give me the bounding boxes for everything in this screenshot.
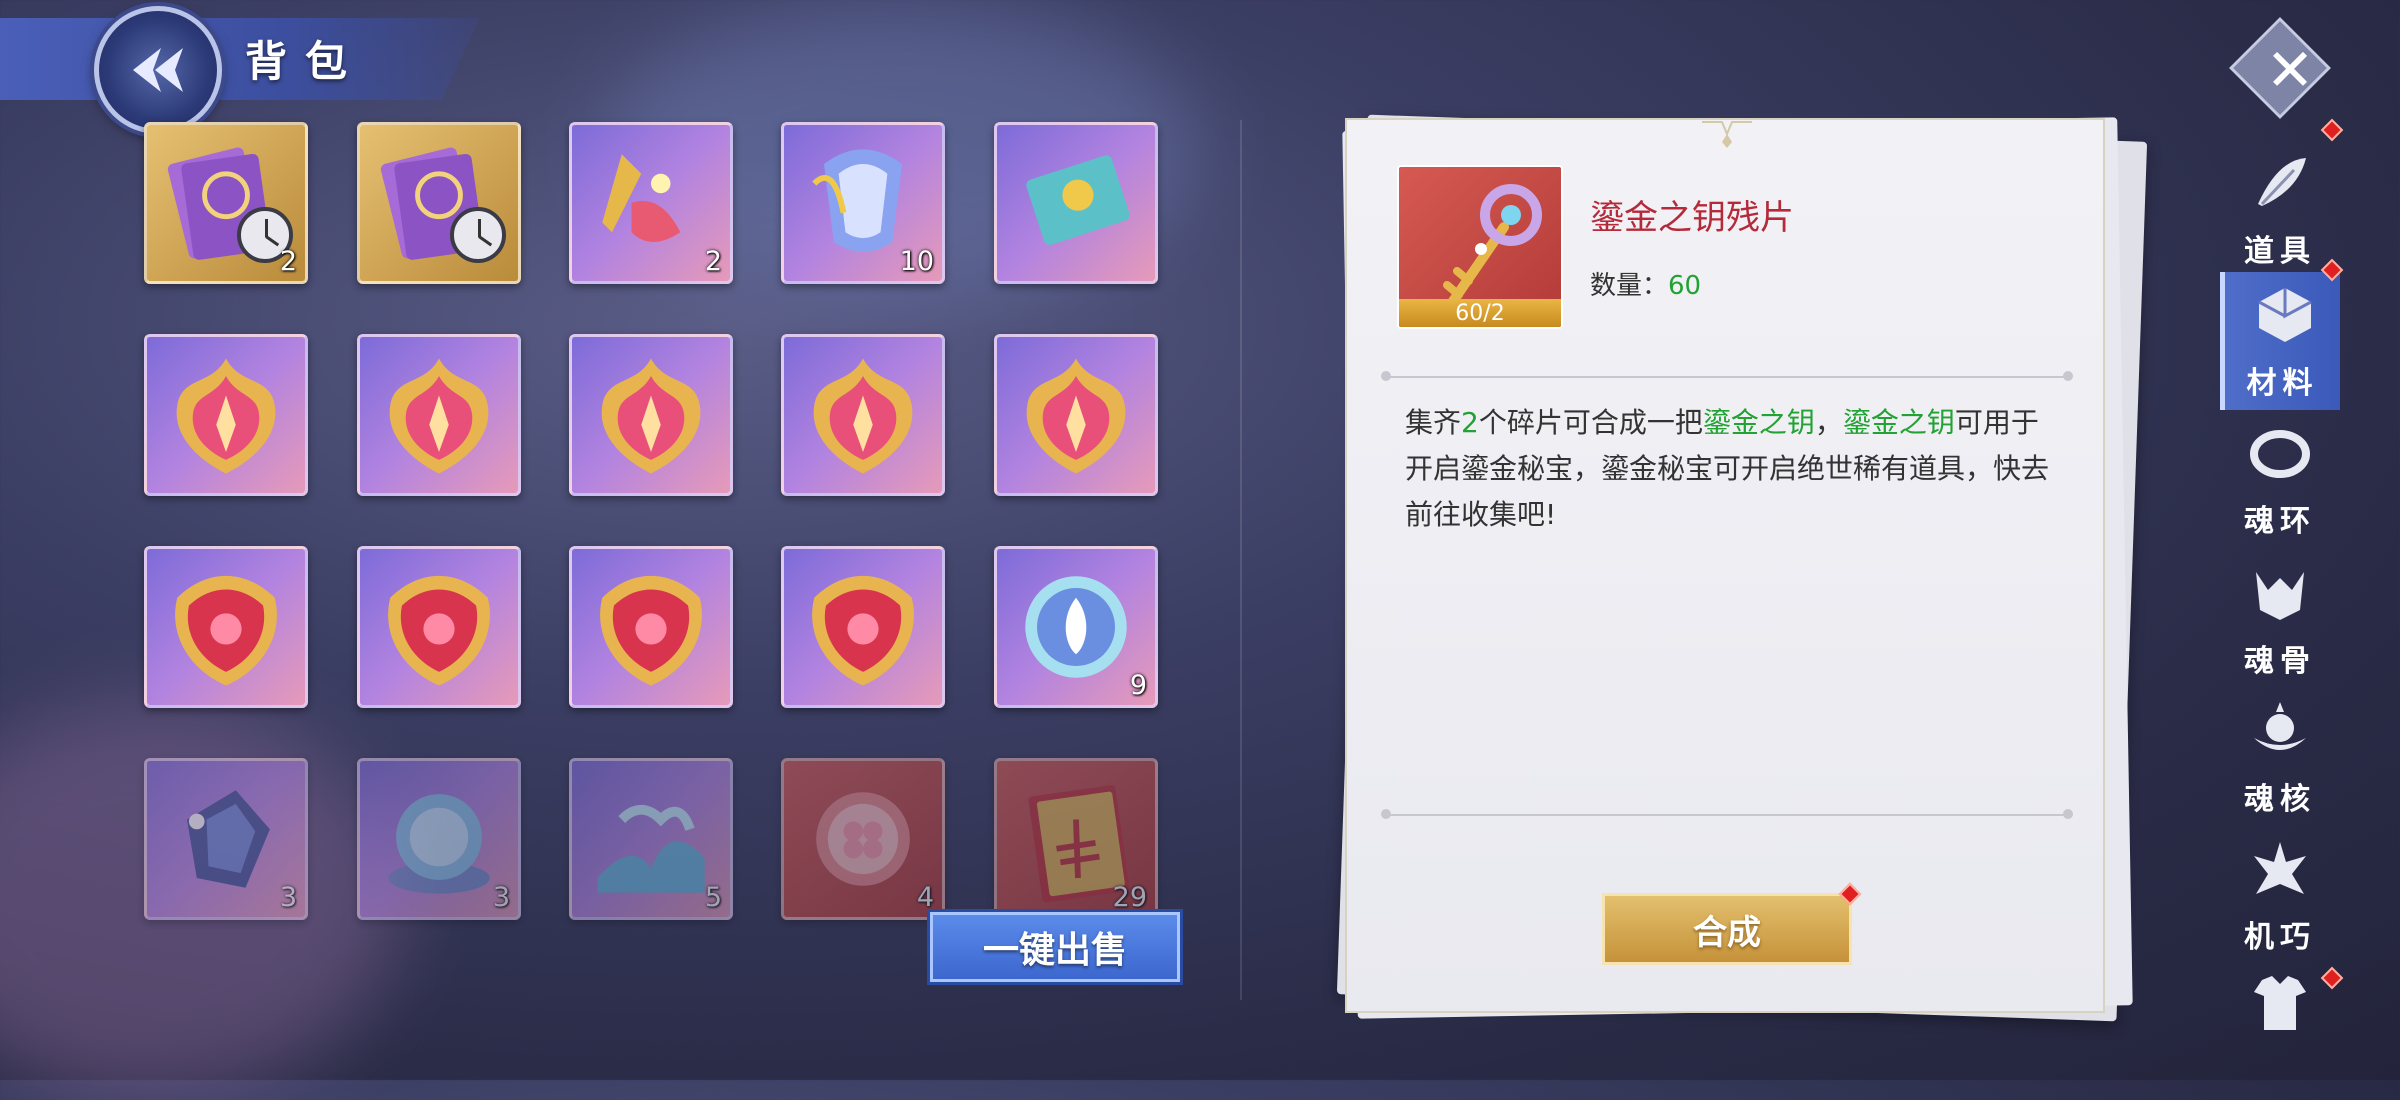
item-detail-icon: 60/2: [1397, 165, 1563, 329]
red-crest-icon: [175, 575, 277, 686]
separator: [1381, 371, 2073, 381]
flame-crest-icon: [1026, 358, 1126, 474]
item-count: 29: [1112, 882, 1147, 913]
inventory-slot[interactable]: 5: [569, 758, 733, 920]
sell-all-button[interactable]: 一键出售: [930, 912, 1180, 982]
sidebar-tab-label: 魂骨: [2244, 644, 2316, 679]
item-count: 5: [704, 882, 722, 913]
sidebar-tab[interactable]: 材料: [2220, 272, 2340, 410]
sidebar-tab[interactable]: 魂环: [2220, 410, 2340, 548]
back-button[interactable]: [94, 6, 222, 134]
item-count: 3: [492, 882, 510, 913]
inventory-slot[interactable]: 2: [569, 122, 733, 284]
inventory-slot[interactable]: [144, 546, 308, 708]
fragment-progress: 60/2: [1399, 299, 1561, 327]
feather-icon: [2258, 158, 2306, 206]
inventory-slot[interactable]: [569, 546, 733, 708]
inventory-slot[interactable]: 3: [357, 758, 521, 920]
inventory-slot[interactable]: [357, 334, 521, 496]
desc-text: 个碎片可合成一把: [1478, 406, 1703, 439]
sidebar-tab[interactable]: 机巧: [2220, 826, 2340, 964]
flame-crest-icon: [176, 358, 276, 474]
red-crest-icon: [388, 575, 490, 686]
back-arrow-icon: [133, 48, 183, 92]
header-bar: [0, 18, 480, 100]
cube-icon: [2258, 288, 2312, 342]
gear-icon: [2254, 842, 2306, 894]
clock-icon: [450, 207, 506, 263]
core-icon: [2254, 702, 2306, 750]
inventory-slot[interactable]: 29: [994, 758, 1158, 920]
inventory-grid: 2 2 10 9 3 3 5 4 29: [144, 122, 1164, 932]
inventory-slot[interactable]: [781, 334, 945, 496]
inventory-slot[interactable]: 2: [144, 122, 308, 284]
desc-number: 2: [1461, 406, 1479, 439]
sidebar-tab[interactable]: 魂骨: [2220, 550, 2340, 688]
flame-crest-icon: [389, 358, 489, 474]
inventory-slot[interactable]: [781, 546, 945, 708]
sidebar-tab-label: 魂环: [2244, 504, 2316, 539]
armor-icon: [2254, 976, 2306, 1030]
item-name: 鎏金之钥残片: [1590, 198, 1794, 238]
sidebar-tab[interactable]: 魂核: [2220, 688, 2340, 826]
quantity-label: 数量：: [1590, 271, 1669, 301]
desc-key-name: 鎏金之钥: [1842, 406, 1955, 439]
inventory-slot[interactable]: [994, 334, 1158, 496]
inventory-slot[interactable]: [144, 334, 308, 496]
ring-icon: [2250, 430, 2310, 478]
sidebar-tab[interactable]: 道具: [2220, 140, 2340, 278]
bone-icon: [2256, 572, 2304, 620]
inventory-slot[interactable]: 9: [994, 546, 1158, 708]
separator: [1381, 809, 2073, 819]
inventory-slot[interactable]: 3: [144, 758, 308, 920]
page-title: 背包: [245, 37, 366, 86]
item-count: 9: [1129, 670, 1147, 701]
sidebar-tab[interactable]: [2220, 960, 2340, 1098]
sidebar-tab-label: 材料: [2246, 366, 2319, 401]
item-count: 2: [704, 246, 722, 277]
item-count: 2: [279, 246, 297, 277]
item-detail-panel: 60/2 鎏金之钥残片 数量：60 集齐2个碎片可合成一把鎏金之钥，鎏金之钥可用…: [1345, 118, 2105, 1013]
card-icon: [1026, 155, 1130, 245]
notification-dot: [2320, 118, 2344, 142]
ornament-icon: [1702, 121, 1752, 148]
red-crest-icon: [600, 575, 702, 686]
item-description: 集齐2个碎片可合成一把鎏金之钥，鎏金之钥可用于开启鎏金秘宝，鎏金秘宝可开启绝世稀…: [1405, 400, 2055, 538]
inventory-slot[interactable]: 10: [781, 122, 945, 284]
inventory-slot[interactable]: [357, 122, 521, 284]
desc-text: ，: [1814, 406, 1843, 439]
desc-key-name: 鎏金之钥: [1702, 406, 1815, 439]
divider: [1240, 120, 1242, 1000]
sidebar-tab-label: 道具: [2244, 234, 2316, 269]
category-sidebar: ✕ 道具材料魂环魂骨魂核机巧: [2212, 0, 2400, 1080]
inventory-slot[interactable]: 4: [781, 758, 945, 920]
flame-crest-icon: [601, 358, 701, 474]
inventory-slot[interactable]: [569, 334, 733, 496]
quantity-value: 60: [1668, 271, 1702, 301]
desc-text: 集齐: [1405, 406, 1462, 439]
item-count: 3: [279, 882, 297, 913]
inventory-slot[interactable]: [994, 122, 1158, 284]
quantity-row: 数量：60: [1590, 265, 1701, 302]
craft-button[interactable]: 合成: [1602, 893, 1852, 965]
flame-crest-icon: [813, 358, 913, 474]
sidebar-tab-label: 魂核: [2244, 782, 2316, 817]
sidebar-tab-label: 机巧: [2244, 920, 2316, 955]
item-count: 4: [916, 882, 934, 913]
inventory-slot[interactable]: [357, 546, 521, 708]
close-icon[interactable]: ✕: [2240, 30, 2340, 110]
red-crest-icon: [812, 575, 914, 686]
item-count: 10: [899, 246, 934, 277]
